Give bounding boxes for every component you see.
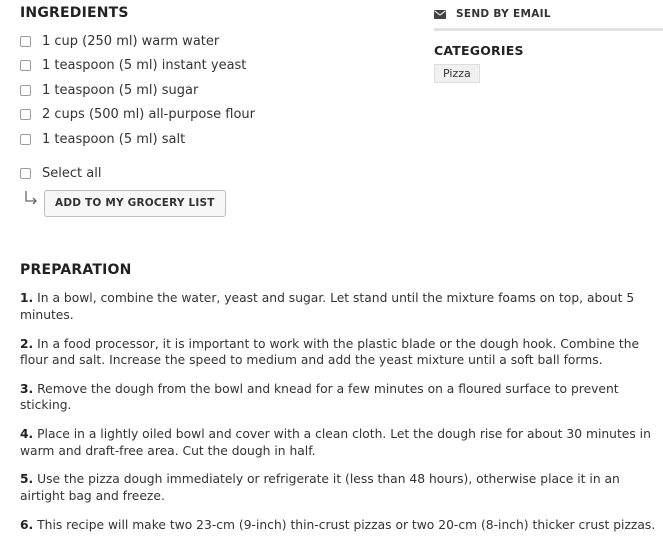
step-number: 5.	[20, 472, 34, 487]
send-by-email-link[interactable]: SEND BY EMAIL	[434, 8, 663, 20]
ingredient-checkbox[interactable]	[20, 84, 31, 96]
ingredient-label: 1 teaspoon (5 ml) sugar	[42, 82, 199, 98]
ingredient-label: 2 cups (500 ml) all-purpose flour	[42, 107, 255, 123]
ingredient-checkbox[interactable]	[20, 60, 31, 72]
preparation-section: PREPARATION 1. In a bowl, combine the wa…	[20, 262, 656, 541]
select-all-checkbox[interactable]	[20, 167, 31, 179]
sidebar-divider	[434, 28, 663, 31]
step-number: 4.	[20, 427, 34, 442]
ingredient-checkbox[interactable]	[20, 109, 31, 121]
step-text: Place in a lightly oiled bowl and cover …	[20, 427, 651, 458]
ingredient-checkbox[interactable]	[20, 133, 31, 145]
step-text: Use the pizza dough immediately or refri…	[20, 472, 620, 503]
preparation-step: 3. Remove the dough from the bowl and kn…	[20, 381, 656, 414]
ingredient-label: 1 teaspoon (5 ml) instant yeast	[42, 58, 247, 74]
preparation-steps: 1. In a bowl, combine the water, yeast a…	[20, 290, 656, 533]
ingredient-item[interactable]: 2 cups (500 ml) all-purpose flour	[20, 103, 400, 128]
ingredient-item[interactable]: 1 teaspoon (5 ml) sugar	[20, 78, 400, 103]
send-by-email-label: SEND BY EMAIL	[456, 8, 551, 20]
ingredient-label: 1 teaspoon (5 ml) salt	[42, 131, 186, 147]
step-number: 3.	[20, 381, 34, 396]
ingredients-heading: INGREDIENTS	[20, 5, 129, 21]
ingredients-list: 1 cup (250 ml) warm water 1 teaspoon (5 …	[20, 29, 400, 152]
preparation-step: 4. Place in a lightly oiled bowl and cov…	[20, 426, 656, 459]
step-text: Remove the dough from the bowl and knead…	[20, 381, 619, 413]
ingredient-checkbox[interactable]	[20, 35, 31, 47]
step-text: In a food processor, it is important to …	[20, 336, 640, 368]
preparation-step: 6. This recipe will make two 23-cm (9-in…	[20, 517, 656, 534]
ingredient-label: 1 cup (250 ml) warm water	[42, 33, 220, 49]
select-all-row[interactable]: Select all	[20, 166, 400, 181]
step-text: This recipe will make two 23-cm (9-inch)…	[33, 517, 656, 532]
step-text: In a bowl, combine the water, yeast and …	[20, 291, 635, 322]
step-number: 1.	[20, 291, 34, 306]
recipe-sidebar: SEND BY EMAIL CATEGORIES Pizza	[434, 0, 663, 83]
ingredient-item[interactable]: 1 teaspoon (5 ml) salt	[20, 127, 400, 152]
category-tag-pizza[interactable]: Pizza	[434, 64, 480, 83]
step-number: 6.	[20, 517, 34, 532]
step-number: 2.	[20, 336, 34, 351]
envelope-icon	[434, 9, 446, 19]
preparation-step: 5. Use the pizza dough immediately or re…	[20, 471, 656, 504]
ingredient-item[interactable]: 1 cup (250 ml) warm water	[20, 29, 400, 54]
grocery-row: ADD TO MY GROCERY LIST	[20, 189, 400, 217]
categories-heading: CATEGORIES	[434, 43, 524, 58]
preparation-step: 2. In a food processor, it is important …	[20, 336, 656, 369]
ingredient-item[interactable]: 1 teaspoon (5 ml) instant yeast	[20, 54, 400, 79]
preparation-heading: PREPARATION	[20, 262, 132, 278]
ingredients-section: INGREDIENTS 1 cup (250 ml) warm water 1 …	[20, 0, 400, 217]
preparation-step: 1. In a bowl, combine the water, yeast a…	[20, 290, 656, 323]
corner-arrow-icon	[25, 190, 37, 204]
add-to-grocery-list-button[interactable]: ADD TO MY GROCERY LIST	[44, 189, 226, 217]
select-all-label: Select all	[42, 165, 102, 181]
